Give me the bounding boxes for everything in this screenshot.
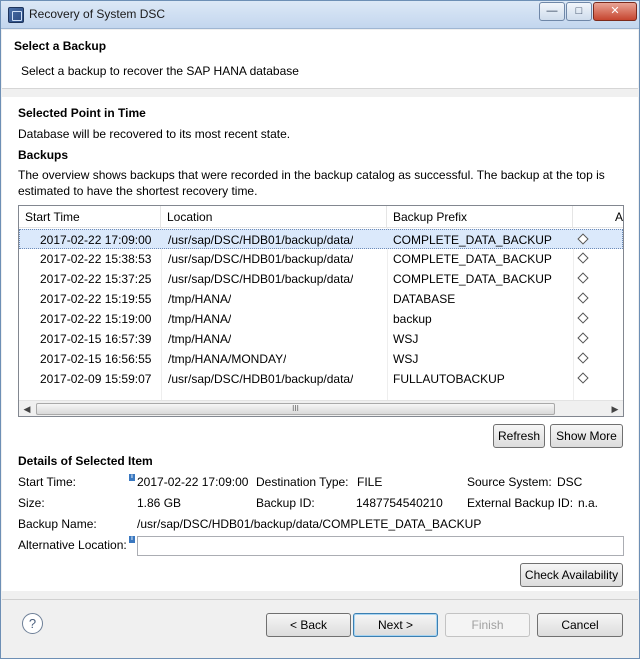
cell-backup-prefix: COMPLETE_DATA_BACKUP bbox=[393, 233, 552, 247]
column-header-backup-prefix[interactable]: Backup Prefix bbox=[387, 206, 573, 228]
table-row[interactable]: 2017-02-22 17:09:00 /usr/sap/DSC/HDB01/b… bbox=[19, 229, 623, 249]
start-time-value: 2017-02-22 17:09:00 bbox=[137, 475, 249, 489]
cell-location: /tmp/HANA/MONDAY/ bbox=[168, 352, 287, 366]
scroll-right-icon[interactable]: ▶ bbox=[607, 401, 623, 416]
scrollbar-thumb[interactable]: III bbox=[36, 403, 555, 415]
column-header-start-time[interactable]: Start Time bbox=[19, 206, 161, 228]
table-row[interactable]: 2017-02-22 15:37:25 /usr/sap/DSC/HDB01/b… bbox=[19, 269, 623, 289]
diamond-icon bbox=[577, 292, 589, 304]
check-availability-button[interactable]: Check Availability bbox=[520, 563, 623, 587]
cell-location: /tmp/HANA/ bbox=[168, 292, 232, 306]
diamond-icon bbox=[577, 372, 589, 384]
backup-name-label: Backup Name: bbox=[18, 517, 97, 531]
cell-backup-prefix: DATABASE bbox=[393, 292, 456, 306]
column-header-a[interactable]: A bbox=[573, 206, 623, 228]
info-icon: i bbox=[129, 536, 135, 543]
destination-type-label: Destination Type: bbox=[256, 475, 349, 489]
table-row[interactable]: 2017-02-22 15:19:00 /tmp/HANA/ backup bbox=[19, 309, 623, 329]
external-backup-id-label: External Backup ID: bbox=[467, 496, 574, 510]
horizontal-scrollbar[interactable]: ◀ III ▶ bbox=[19, 400, 623, 416]
backups-description-line1: The overview shows backups that were rec… bbox=[18, 168, 605, 182]
backup-id-label: Backup ID: bbox=[256, 496, 315, 510]
table-row[interactable]: 2017-02-09 15:59:07 /usr/sap/DSC/HDB01/b… bbox=[19, 369, 623, 389]
backups-table[interactable]: Start Time Location Backup Prefix A 2017… bbox=[18, 205, 624, 417]
page-title: Select a Backup bbox=[14, 39, 107, 53]
cell-location: /tmp/HANA/ bbox=[168, 312, 232, 326]
point-in-time-heading: Selected Point in Time bbox=[18, 106, 146, 120]
cancel-button[interactable]: Cancel bbox=[537, 613, 623, 637]
hana-studio-icon bbox=[8, 7, 24, 23]
table-row[interactable]: 2017-02-22 15:38:53 /usr/sap/DSC/HDB01/b… bbox=[19, 249, 623, 269]
cell-start-time: 2017-02-15 16:57:39 bbox=[40, 332, 152, 346]
backups-heading: Backups bbox=[18, 148, 69, 162]
next-button[interactable]: Next > bbox=[353, 613, 438, 637]
table-row[interactable]: 2017-02-22 15:19:55 /tmp/HANA/ DATABASE bbox=[19, 289, 623, 309]
window-title: Recovery of System DSC bbox=[29, 7, 166, 21]
diamond-icon bbox=[577, 312, 589, 324]
size-value: 1.86 GB bbox=[137, 496, 182, 510]
cell-start-time: 2017-02-22 15:37:25 bbox=[40, 272, 152, 286]
title-bar: Recovery of System DSC — □ ✕ bbox=[1, 1, 639, 29]
cell-location: /usr/sap/DSC/HDB01/backup/data/ bbox=[168, 272, 354, 286]
source-system-value: DSC bbox=[557, 475, 583, 489]
help-icon[interactable]: ? bbox=[22, 613, 43, 634]
backup-id-value: 1487754540210 bbox=[356, 496, 443, 510]
wizard-header: Select a Backup Select a backup to recov… bbox=[2, 30, 638, 89]
cell-backup-prefix: WSJ bbox=[393, 352, 419, 366]
maximize-button[interactable]: □ bbox=[566, 2, 592, 21]
alternative-location-input[interactable] bbox=[137, 536, 624, 556]
footer-divider bbox=[2, 599, 638, 600]
start-time-label: Start Time: bbox=[18, 475, 77, 489]
refresh-button[interactable]: Refresh bbox=[493, 424, 545, 448]
cell-start-time: 2017-02-09 15:59:07 bbox=[40, 372, 152, 386]
alternative-location-label: Alternative Location: bbox=[18, 538, 127, 552]
cell-backup-prefix: COMPLETE_DATA_BACKUP bbox=[393, 272, 552, 286]
cell-backup-prefix: COMPLETE_DATA_BACKUP bbox=[393, 252, 552, 266]
cell-start-time: 2017-02-15 16:56:55 bbox=[40, 352, 152, 366]
cell-backup-prefix: FULLAUTOBACKUP bbox=[393, 372, 505, 386]
cell-backup-prefix: backup bbox=[393, 312, 432, 326]
show-more-button[interactable]: Show More bbox=[550, 424, 623, 448]
diamond-icon bbox=[577, 352, 589, 364]
backup-name-value: /usr/sap/DSC/HDB01/backup/data/COMPLETE_… bbox=[137, 517, 482, 531]
table-row[interactable]: 2017-02-15 16:56:55 /tmp/HANA/MONDAY/ WS… bbox=[19, 349, 623, 369]
cell-start-time: 2017-02-22 17:09:00 bbox=[40, 233, 152, 247]
diamond-icon bbox=[577, 252, 589, 264]
external-backup-id-value: n.a. bbox=[578, 496, 599, 510]
point-in-time-text: Database will be recovered to its most r… bbox=[18, 127, 291, 141]
details-heading: Details of Selected Item bbox=[18, 454, 153, 468]
cell-location: /tmp/HANA/ bbox=[168, 332, 232, 346]
cell-location: /usr/sap/DSC/HDB01/backup/data/ bbox=[168, 252, 354, 266]
cell-backup-prefix: WSJ bbox=[393, 332, 419, 346]
column-header-location[interactable]: Location bbox=[161, 206, 387, 228]
backups-description-line2: estimated to have the shortest recovery … bbox=[18, 184, 258, 198]
cell-location: /usr/sap/DSC/HDB01/backup/data/ bbox=[168, 372, 354, 386]
info-icon: i bbox=[129, 474, 135, 481]
minimize-button[interactable]: — bbox=[539, 2, 565, 21]
size-label: Size: bbox=[18, 496, 45, 510]
scroll-left-icon[interactable]: ◀ bbox=[19, 401, 35, 416]
source-system-label: Source System: bbox=[467, 475, 552, 489]
cell-start-time: 2017-02-22 15:38:53 bbox=[40, 252, 152, 266]
page-description: Select a backup to recover the SAP HANA … bbox=[21, 64, 299, 78]
diamond-icon bbox=[577, 332, 589, 344]
cell-start-time: 2017-02-22 15:19:00 bbox=[40, 312, 152, 326]
finish-button[interactable]: Finish bbox=[445, 613, 530, 637]
table-row[interactable]: 2017-02-15 16:57:39 /tmp/HANA/ WSJ bbox=[19, 329, 623, 349]
diamond-icon bbox=[577, 233, 589, 245]
cell-location: /usr/sap/DSC/HDB01/backup/data/ bbox=[168, 233, 354, 247]
recovery-dialog: Recovery of System DSC — □ ✕ Select a Ba… bbox=[0, 0, 640, 659]
diamond-icon bbox=[577, 272, 589, 284]
close-button[interactable]: ✕ bbox=[593, 2, 637, 21]
cell-start-time: 2017-02-22 15:19:55 bbox=[40, 292, 152, 306]
destination-type-value: FILE bbox=[357, 475, 383, 489]
table-header: Start Time Location Backup Prefix A bbox=[19, 206, 623, 228]
back-button[interactable]: < Back bbox=[266, 613, 351, 637]
